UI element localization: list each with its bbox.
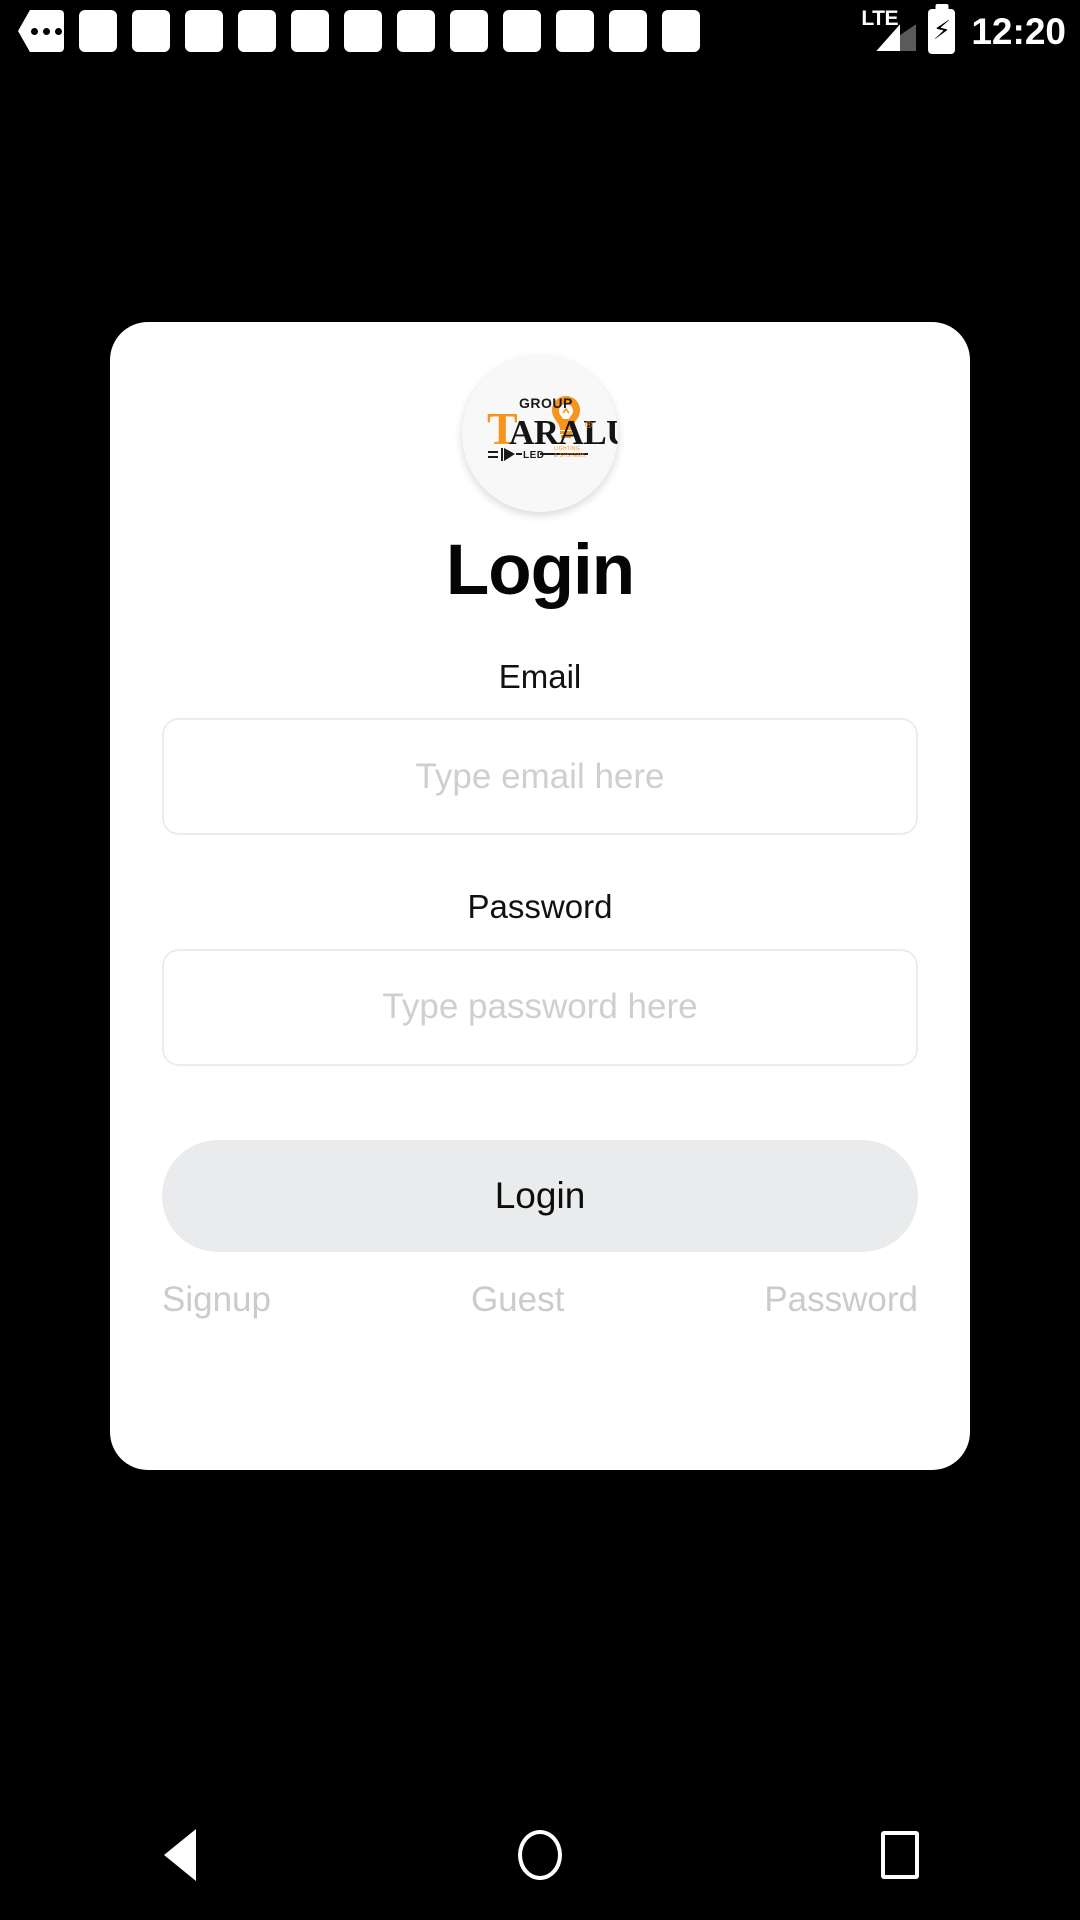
notification-placeholder-icon	[450, 10, 488, 52]
password-field-block: Password	[162, 835, 918, 1066]
battery-charging-icon: ⚡	[928, 8, 956, 54]
svg-text:LED: LED	[523, 450, 545, 461]
notification-placeholder-icon	[609, 10, 647, 52]
network-type-label: LTE	[861, 7, 898, 30]
charging-bolt-glyph: ⚡	[932, 16, 951, 46]
nav-back-button[interactable]	[0, 1790, 360, 1920]
signup-link[interactable]: Signup	[162, 1279, 271, 1321]
notification-placeholder-icon	[132, 10, 170, 52]
nav-home-button[interactable]	[360, 1790, 720, 1920]
notification-icon-cluster	[18, 10, 700, 52]
email-field-block: Email	[162, 609, 918, 836]
svg-text:LIGHTING: LIGHTING	[554, 446, 580, 452]
status-bar: LTE ⚡ 12:20	[0, 0, 1080, 62]
phone-screen: LTE ⚡ 12:20 GROUP T ARAL ® LED LIGHTING …	[0, 0, 1080, 1920]
notification-placeholder-icon	[344, 10, 382, 52]
cellular-signal-icon: LTE	[860, 7, 917, 53]
notification-placeholder-icon	[185, 10, 223, 52]
auth-links-row: Signup Guest Password	[162, 1279, 918, 1321]
notification-placeholder-icon	[397, 10, 435, 52]
forgot-password-link[interactable]: Password	[764, 1279, 918, 1321]
guest-link[interactable]: Guest	[271, 1279, 764, 1321]
password-label: Password	[467, 888, 613, 926]
notification-placeholder-group	[79, 10, 700, 52]
login-submit-button[interactable]: Login	[162, 1139, 918, 1252]
notification-placeholder-icon	[556, 10, 594, 52]
notification-placeholder-icon	[503, 10, 541, 52]
status-indicators: LTE ⚡ 12:20	[860, 7, 1066, 54]
notification-placeholder-icon	[79, 10, 117, 52]
email-label: Email	[498, 657, 582, 695]
taralux-group-logo: GROUP T ARALUX ® LED LIGHTING & SY	[462, 356, 618, 512]
android-navigation-bar	[0, 1790, 1080, 1920]
notification-placeholder-icon	[238, 10, 276, 52]
login-card: GROUP T ARALUX ® LED LIGHTING & SY	[110, 322, 970, 1470]
triangle-back-icon	[164, 1829, 196, 1881]
password-input[interactable]	[162, 948, 918, 1066]
square-recents-icon	[881, 1831, 919, 1879]
page-title: Login	[445, 531, 635, 610]
notification-placeholder-icon	[662, 10, 700, 52]
status-bar-clock: 12:20	[971, 10, 1066, 52]
circle-home-icon	[518, 1830, 562, 1880]
svg-text:GROUP: GROUP	[519, 395, 573, 411]
svg-text:& SYSTEMS: & SYSTEMS	[554, 453, 586, 459]
email-input[interactable]	[162, 718, 918, 836]
nav-recents-button[interactable]	[720, 1790, 1080, 1920]
svg-text:®: ®	[585, 420, 593, 431]
notification-placeholder-icon	[291, 10, 329, 52]
more-notifications-icon	[18, 10, 64, 52]
